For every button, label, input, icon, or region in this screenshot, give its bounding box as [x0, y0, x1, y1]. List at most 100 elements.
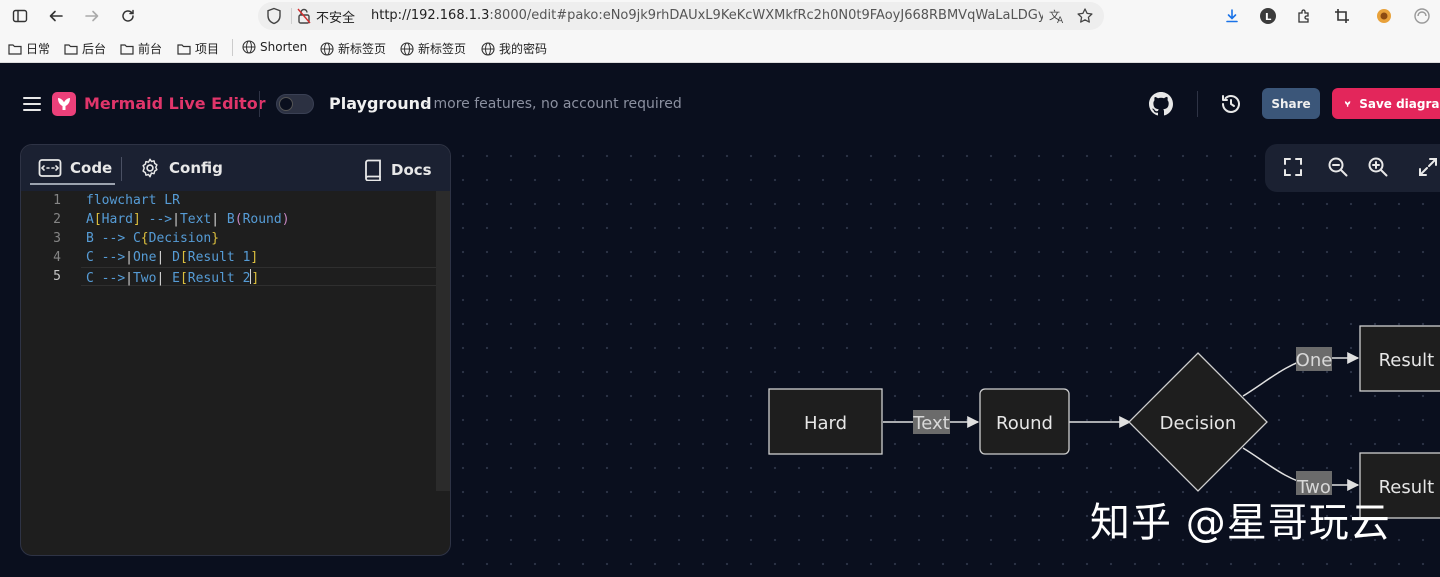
bookmark-label: 后台	[82, 42, 107, 56]
favorite-star-icon[interactable]	[1076, 7, 1094, 29]
node-round-label: Round	[996, 413, 1053, 434]
code-line: 4 C -->|One| D[Result 1]	[21, 250, 450, 269]
code-text: flowchart LR	[86, 193, 180, 208]
folder-icon	[8, 43, 22, 55]
playground-toggle[interactable]	[276, 94, 314, 114]
code-line: 1 flowchart LR	[21, 193, 450, 212]
github-icon[interactable]	[1149, 92, 1173, 120]
reload-icon[interactable]	[116, 4, 140, 28]
code-line: 5 C -->|Two| E[Result 2]	[21, 269, 450, 288]
svg-text:L: L	[1265, 12, 1272, 23]
tab-config[interactable]: Config	[139, 145, 223, 191]
save-diagram-button[interactable]: Save diagram	[1332, 88, 1440, 119]
bookmark-label: 我的密码	[499, 42, 548, 56]
history-icon[interactable]	[1219, 92, 1243, 120]
zoom-in-icon[interactable]	[1367, 156, 1389, 182]
bookmark-link[interactable]: 新标签页	[320, 40, 386, 57]
code-text: C -->|Two| E[Result 2]	[86, 269, 260, 286]
app-title[interactable]: Mermaid Live Editor	[84, 94, 266, 113]
code-text: B --> C{Decision}	[86, 231, 220, 246]
book-icon	[365, 159, 381, 181]
menu-icon[interactable]	[23, 97, 41, 111]
edge-label-text: Text	[912, 413, 949, 434]
shield-icon[interactable]	[266, 7, 282, 29]
tab-config-label: Config	[169, 159, 223, 177]
address-bar[interactable]: 不安全 http://192.168.1.3:8000/edit#pako:eN…	[258, 2, 1104, 30]
node-decision-label: Decision	[1160, 413, 1237, 434]
bookmark-link[interactable]: 我的密码	[481, 40, 547, 57]
forward-icon[interactable]	[80, 4, 104, 28]
folder-icon	[177, 43, 191, 55]
editor-scrollbar[interactable]	[436, 191, 450, 491]
svg-text:A: A	[1057, 16, 1064, 25]
tab-code-label: Code	[70, 159, 113, 177]
extension-badge-icon[interactable]	[1372, 4, 1396, 28]
download-icon[interactable]	[1220, 4, 1244, 28]
tab-docs-label: Docs	[391, 161, 432, 179]
line-number: 1	[53, 193, 61, 208]
bookmark-label: 新标签页	[338, 42, 387, 56]
code-text: C -->|One| D[Result 1]	[86, 250, 259, 265]
header-divider	[1197, 91, 1198, 117]
profile-avatar-icon[interactable]: L	[1256, 4, 1280, 28]
fit-view-icon[interactable]	[1282, 156, 1304, 182]
url-path: :8000/edit#pako:eNo9jk9rhDAUxL9KeKcWXMkf…	[489, 8, 1043, 23]
gear-icon	[142, 158, 158, 178]
mode-subtitle: - more features, no account required	[424, 96, 682, 112]
node-hard-label: Hard	[804, 413, 847, 434]
not-secure-icon[interactable]	[296, 7, 312, 29]
tab-divider	[121, 157, 122, 181]
globe-icon	[481, 41, 495, 56]
back-icon[interactable]	[44, 4, 68, 28]
line-number: 3	[53, 231, 61, 246]
active-tab-indicator	[30, 183, 115, 185]
globe-icon	[320, 41, 334, 56]
code-line: 2 A[Hard] -->|Text| B(Round)	[21, 212, 450, 231]
address-divider	[291, 8, 292, 24]
bookmark-link[interactable]: 新标签页	[400, 40, 466, 57]
bookmark-folder[interactable]: 前台	[120, 40, 162, 57]
translate-icon[interactable]: 文A	[1048, 7, 1066, 29]
toggle-knob	[279, 97, 293, 111]
watermark-text: 知乎 @星哥玩云	[1090, 500, 1391, 546]
mermaid-logo-icon[interactable]	[52, 92, 76, 116]
extensions-icon[interactable]	[1292, 4, 1316, 28]
bookmark-label: 前台	[138, 42, 163, 56]
code-editor[interactable]: 1 flowchart LR 2 A[Hard] -->|Text| B(Rou…	[21, 191, 450, 555]
node-result-1-label: Result 1	[1379, 350, 1440, 371]
bookmark-label: 新标签页	[418, 42, 467, 56]
bookmarks-divider	[232, 39, 233, 56]
bookmark-folder[interactable]: 日常	[8, 40, 50, 57]
bookmark-label: 项目	[195, 42, 220, 56]
bookmark-folder[interactable]: 项目	[177, 40, 219, 57]
save-diagram-label: Save diagram	[1359, 96, 1440, 111]
mermaid-tail-icon	[1344, 100, 1351, 107]
code-icon	[38, 159, 62, 177]
crop-icon[interactable]	[1330, 4, 1354, 28]
globe-icon	[242, 40, 256, 54]
url-text[interactable]: http://192.168.1.3:8000/edit#pako:eNo9jk…	[371, 8, 1043, 23]
bookmark-label: Shorten	[260, 40, 308, 54]
line-number: 4	[53, 250, 61, 265]
zoom-out-icon[interactable]	[1327, 156, 1349, 182]
line-number: 5	[53, 269, 61, 284]
code-line: 3 B --> C{Decision}	[21, 231, 450, 250]
tab-docs[interactable]: Docs	[363, 147, 432, 193]
header-divider	[259, 91, 260, 117]
browser-menu-icon[interactable]	[1410, 4, 1434, 28]
globe-icon	[400, 41, 414, 56]
bookmark-link[interactable]: Shorten	[242, 40, 307, 54]
edge-label-text: One	[1296, 350, 1333, 371]
folder-icon	[64, 43, 78, 55]
sidebar-toggle-icon[interactable]	[8, 4, 32, 28]
line-number: 2	[53, 212, 61, 227]
url-host: http://192.168.1.3	[371, 8, 490, 23]
code-text: A[Hard] -->|Text| B(Round)	[86, 212, 290, 227]
bookmark-folder[interactable]: 后台	[64, 40, 106, 57]
expand-icon[interactable]	[1417, 156, 1439, 182]
folder-icon	[120, 43, 134, 55]
editor-panel: Code Config Docs 1 flowchart LR 2 A[Hard…	[20, 144, 451, 556]
share-button[interactable]: Share	[1262, 88, 1320, 119]
security-label[interactable]: 不安全	[316, 7, 355, 26]
bookmark-label: 日常	[26, 42, 51, 56]
